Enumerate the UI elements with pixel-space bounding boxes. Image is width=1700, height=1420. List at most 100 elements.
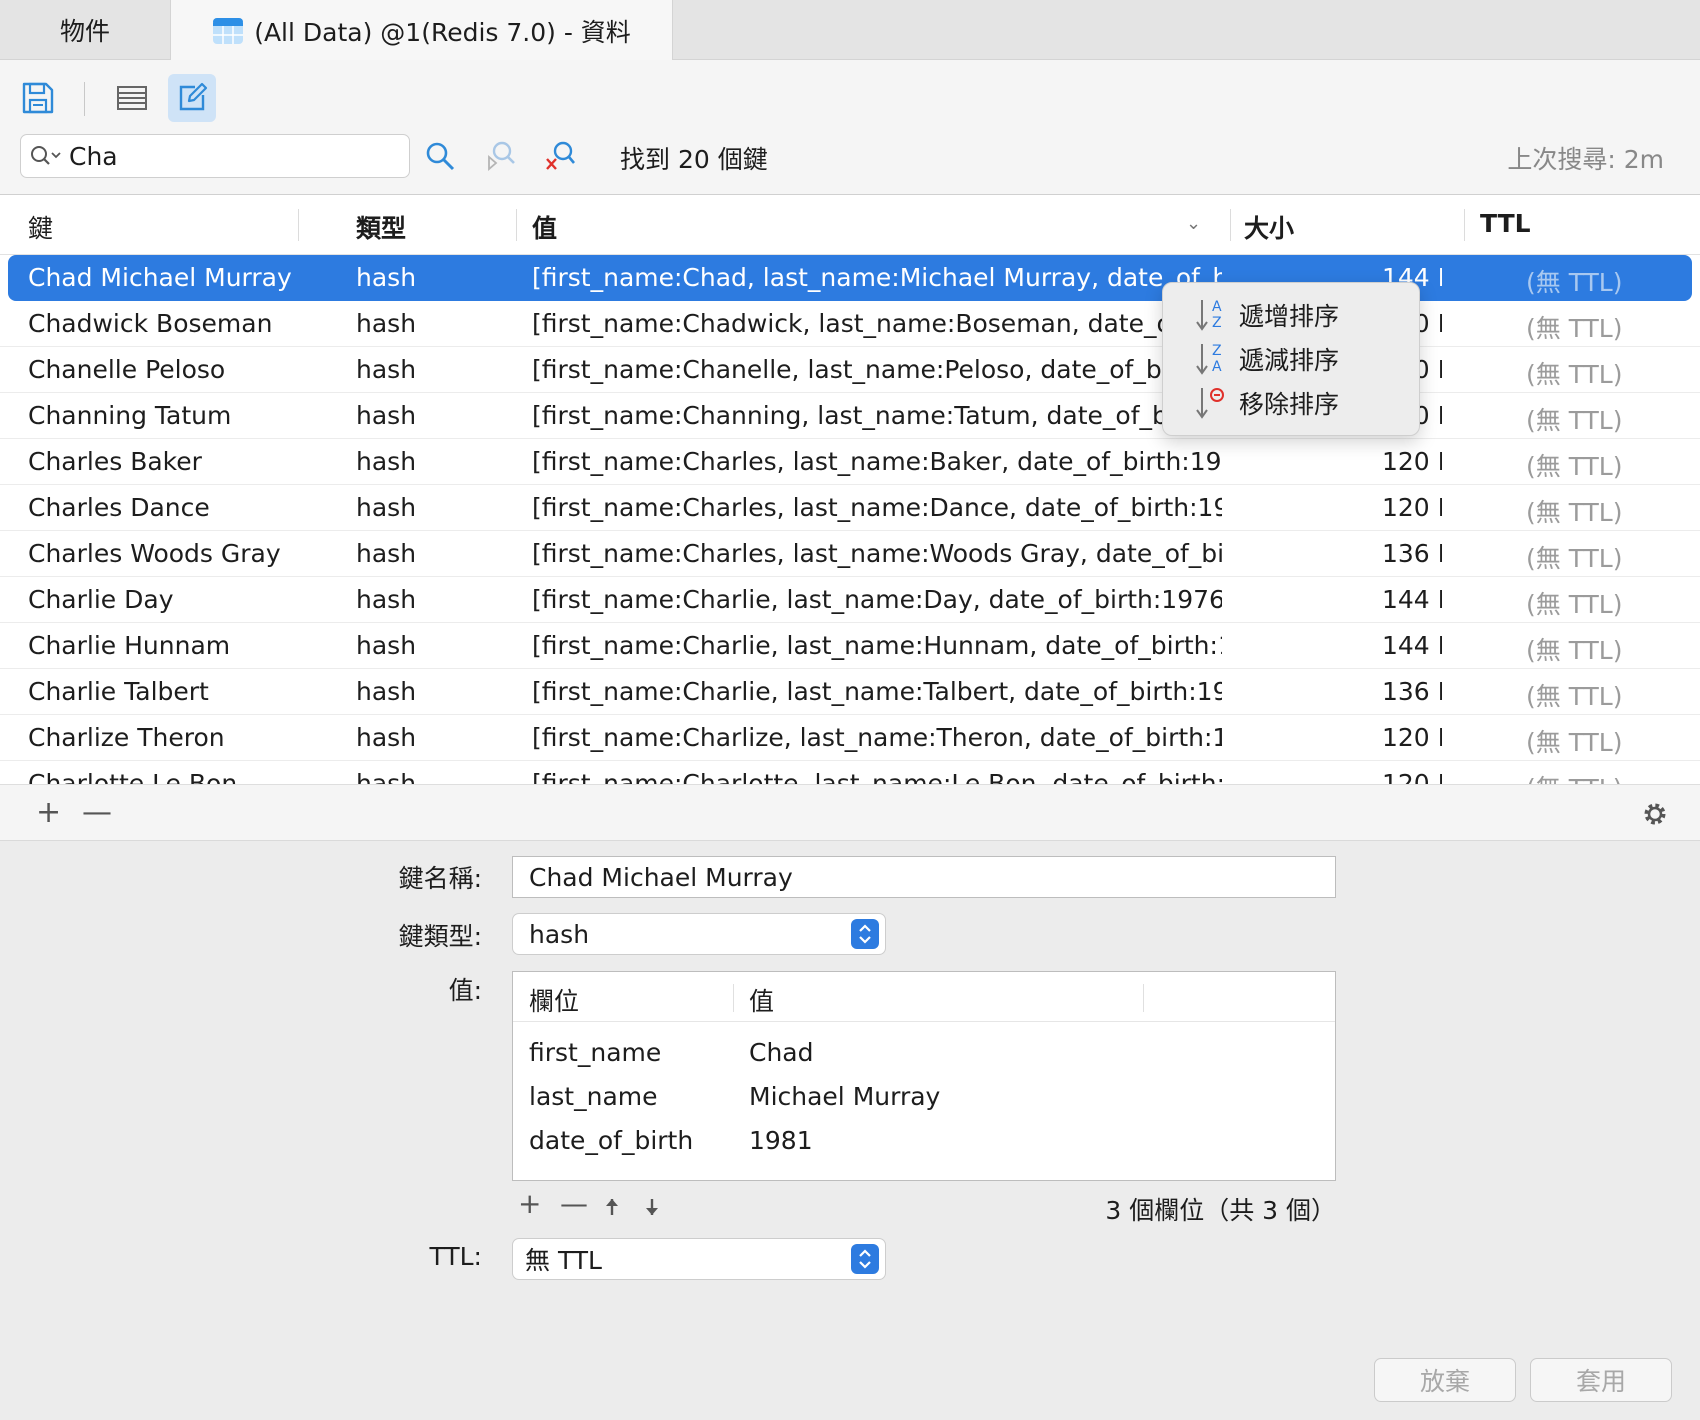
table-row[interactable]: Chanelle Peloso hash [first_name:Chanell… — [0, 347, 1700, 393]
hash-row[interactable]: last_name Michael Murray — [513, 1076, 1335, 1120]
toolbar — [0, 60, 1700, 130]
cell-value: [first_name:Charlotte, last_name:Le Bon,… — [532, 769, 1222, 784]
clear-search-button[interactable] — [542, 138, 578, 174]
table-row[interactable]: Charles Dance hash [first_name:Charles, … — [0, 485, 1700, 531]
sort-descending-icon: Z A — [1195, 339, 1239, 379]
list-view-button[interactable] — [108, 74, 156, 122]
column-header-ttl[interactable]: TTL — [1480, 209, 1531, 238]
cell-size: 120 B — [1382, 493, 1442, 522]
field-count: 3 個欄位（共 3 個） — [1105, 1196, 1336, 1225]
hash-row[interactable]: date_of_birth 1981 — [513, 1120, 1335, 1164]
gear-icon[interactable] — [1642, 801, 1668, 827]
edit-button[interactable] — [168, 74, 216, 122]
table-icon — [213, 17, 244, 44]
tab-objects[interactable]: 物件 — [0, 0, 170, 60]
arrow-down-icon[interactable] — [644, 1197, 660, 1217]
key-name-field[interactable]: Chad Michael Murray — [512, 856, 1336, 898]
table-row[interactable]: Chadwick Boseman hash [first_name:Chadwi… — [0, 301, 1700, 347]
column-header-type[interactable]: 類型 — [356, 209, 406, 245]
arrow-up-icon[interactable] — [604, 1197, 620, 1217]
cell-value: [first_name:Charlie, last_name:Talbert, … — [532, 677, 1222, 706]
cell-type: hash — [356, 539, 417, 568]
chevron-down-icon: ⌄ — [1186, 213, 1202, 234]
cell-key: Charlotte Le Bon — [28, 769, 238, 784]
column-separator[interactable] — [733, 984, 734, 1012]
apply-button[interactable]: 套用 — [1530, 1358, 1672, 1402]
cell-ttl: (無 TTL) — [1526, 728, 1623, 757]
clear-search-icon — [546, 141, 575, 170]
remove-field-button[interactable]: — — [560, 1187, 588, 1220]
cell-ttl: (無 TTL) — [1526, 360, 1623, 389]
svg-text:Z: Z — [1212, 343, 1222, 359]
table-row[interactable]: Charlie Talbert hash [first_name:Charlie… — [0, 669, 1700, 715]
hash-row[interactable]: first_name Chad — [513, 1032, 1335, 1076]
column-separator[interactable] — [516, 209, 517, 241]
cell-size: 144 B — [1382, 631, 1442, 660]
add-key-button[interactable]: + — [36, 795, 61, 830]
column-separator[interactable] — [298, 209, 299, 241]
cell-value: [first_name:Charles, last_name:Baker, da… — [532, 447, 1222, 476]
select-stepper-icon — [851, 1244, 879, 1274]
cell-key: Charles Dance — [28, 493, 210, 522]
hash-column-field[interactable]: 欄位 — [529, 982, 579, 1018]
table-row[interactable]: Channing Tatum hash [first_name:Channing… — [0, 393, 1700, 439]
column-header-size[interactable]: 大小 — [1244, 209, 1294, 245]
column-header-value[interactable]: 值 — [532, 209, 557, 245]
cell-type: hash — [356, 493, 417, 522]
key-type-label: 鍵類型: — [398, 922, 482, 951]
find-button[interactable] — [422, 138, 458, 174]
cell-type: hash — [356, 309, 417, 338]
table-row[interactable]: Charlize Theron hash [first_name:Charliz… — [0, 715, 1700, 761]
cell-type: hash — [356, 355, 417, 384]
hash-field: first_name — [529, 1038, 662, 1067]
hash-field: last_name — [529, 1082, 658, 1111]
search-options-icon[interactable] — [29, 143, 63, 169]
search-value: Cha — [69, 141, 118, 171]
table-row[interactable]: Chad Michael Murray hash [first_name:Cha… — [8, 255, 1692, 301]
cell-type: hash — [356, 723, 417, 752]
column-header-key[interactable]: 鍵 — [28, 209, 53, 245]
column-separator[interactable] — [1143, 984, 1144, 1012]
table-row[interactable]: Charlie Day hash [first_name:Charlie, la… — [0, 577, 1700, 623]
menu-item-remove-sort[interactable]: 移除排序 — [1163, 381, 1419, 425]
column-separator[interactable] — [1230, 209, 1231, 241]
cell-key: Charlie Hunnam — [28, 631, 231, 660]
sort-context-menu: A Z 遞增排序 Z A 遞減排序 移除排序 — [1162, 282, 1420, 436]
key-type-select[interactable]: hash — [512, 913, 886, 955]
menu-item-label: 移除排序 — [1239, 390, 1340, 419]
cell-size: 136 B — [1382, 539, 1442, 568]
table-header: 鍵 類型 值 ⌄ 大小 TTL — [0, 195, 1700, 255]
search-result-count: 找到 20 個鍵 — [620, 145, 768, 174]
table-row[interactable]: Charles Woods Gray hash [first_name:Char… — [0, 531, 1700, 577]
cell-value: [first_name:Chadwick, last_name:Boseman,… — [532, 309, 1222, 338]
cell-key: Channing Tatum — [28, 401, 232, 430]
column-separator[interactable] — [1464, 209, 1465, 241]
hash-column-value[interactable]: 值 — [749, 982, 774, 1018]
table-row[interactable]: Charles Baker hash [first_name:Charles, … — [0, 439, 1700, 485]
menu-item-label: 遞增排序 — [1239, 302, 1340, 331]
hash-value: Michael Murray — [749, 1082, 941, 1111]
table-row[interactable]: Charlotte Le Bon hash [first_name:Charlo… — [0, 761, 1700, 784]
cell-key: Charlize Theron — [28, 723, 225, 752]
discard-button[interactable]: 放棄 — [1374, 1358, 1516, 1402]
select-stepper-icon — [851, 919, 879, 949]
table-row[interactable]: Charlie Hunnam hash [first_name:Charlie,… — [0, 623, 1700, 669]
cell-type: hash — [356, 447, 417, 476]
table-footer: + — — [0, 784, 1700, 840]
remove-key-button[interactable]: — — [82, 795, 112, 830]
tab-data[interactable]: (All Data) @1(Redis 7.0) - 資料 — [170, 0, 673, 61]
add-field-button[interactable]: + — [518, 1187, 541, 1220]
key-name-label: 鍵名稱: — [398, 864, 482, 893]
ttl-select[interactable]: 無 TTL — [512, 1238, 886, 1280]
hash-value: Chad — [749, 1038, 814, 1067]
save-button[interactable] — [14, 74, 62, 122]
cell-ttl: (無 TTL) — [1526, 636, 1623, 665]
menu-item-sort-descending[interactable]: Z A 遞減排序 — [1163, 337, 1419, 381]
cell-value: [first_name:Chad, last_name:Michael Murr… — [532, 263, 1222, 292]
cell-ttl: (無 TTL) — [1526, 769, 1676, 784]
search-input[interactable]: Cha — [20, 134, 410, 178]
search-row: Cha 找到 20 個鍵 上次搜尋: 2m — [0, 130, 1700, 194]
toolbar-separator — [84, 82, 85, 116]
menu-item-sort-ascending[interactable]: A Z 遞增排序 — [1163, 293, 1419, 337]
find-next-button[interactable] — [482, 138, 518, 174]
